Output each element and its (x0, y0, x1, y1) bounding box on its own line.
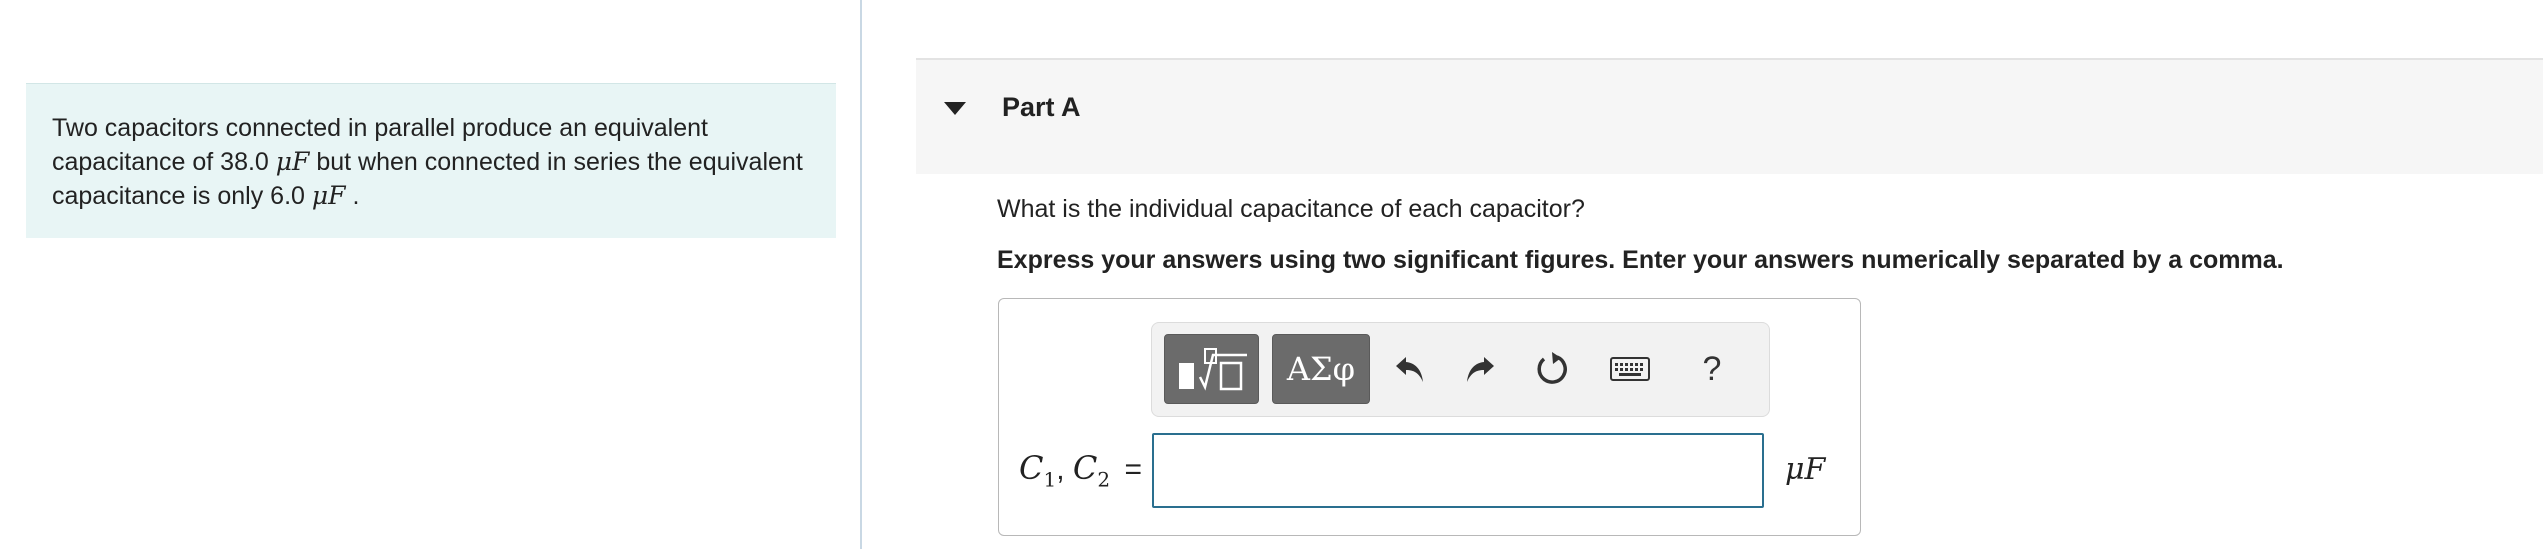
help-icon: ? (1702, 349, 1722, 388)
symbols-icon: ΑΣφ (1286, 350, 1356, 388)
variable-label: C1, C2 = (1019, 449, 1142, 491)
var-c2: C (1072, 449, 1098, 487)
var-separator: , (1056, 453, 1065, 486)
problem-text-3: . (352, 182, 360, 210)
problem-pane: Two capacitors connected in parallel pro… (0, 0, 862, 549)
answer-box: ΑΣφ ? C1, C2 = μF (998, 298, 1861, 536)
keyboard-button[interactable] (1604, 343, 1656, 395)
reset-icon (1537, 352, 1567, 384)
math-toolbar: ΑΣφ ? (1151, 322, 1770, 417)
var-c1: C (1019, 449, 1044, 487)
symbols-button[interactable]: ΑΣφ (1272, 334, 1370, 404)
var-c2-subscript: 2 (1097, 467, 1111, 492)
problem-statement: Two capacitors connected in parallel pro… (26, 83, 836, 238)
instruction-text: Express your answers using two significa… (997, 246, 2284, 274)
collapse-caret-icon[interactable] (944, 102, 966, 115)
redo-icon (1467, 357, 1494, 382)
templates-icon (1178, 348, 1247, 391)
redo-button[interactable] (1454, 343, 1506, 395)
equals-sign: = (1124, 453, 1142, 486)
unit-microfarad-2: μF (311, 181, 346, 210)
reset-button[interactable] (1526, 343, 1578, 395)
unit-microfarad-1: μF (275, 147, 310, 176)
question-text: What is the individual capacitance of ea… (997, 195, 1585, 223)
part-header[interactable]: Part A (916, 58, 2543, 174)
answer-unit: μF (1785, 452, 1826, 487)
var-c1-subscript: 1 (1043, 467, 1057, 492)
keyboard-icon (1610, 357, 1650, 381)
templates-button[interactable] (1164, 334, 1259, 404)
undo-button[interactable] (1384, 343, 1436, 395)
help-button[interactable]: ? (1686, 343, 1738, 395)
part-title: Part A (1002, 92, 1081, 122)
undo-icon (1396, 357, 1423, 382)
question-pane: Part A What is the individual capacitanc… (864, 0, 2543, 549)
answer-input[interactable] (1152, 433, 1764, 508)
